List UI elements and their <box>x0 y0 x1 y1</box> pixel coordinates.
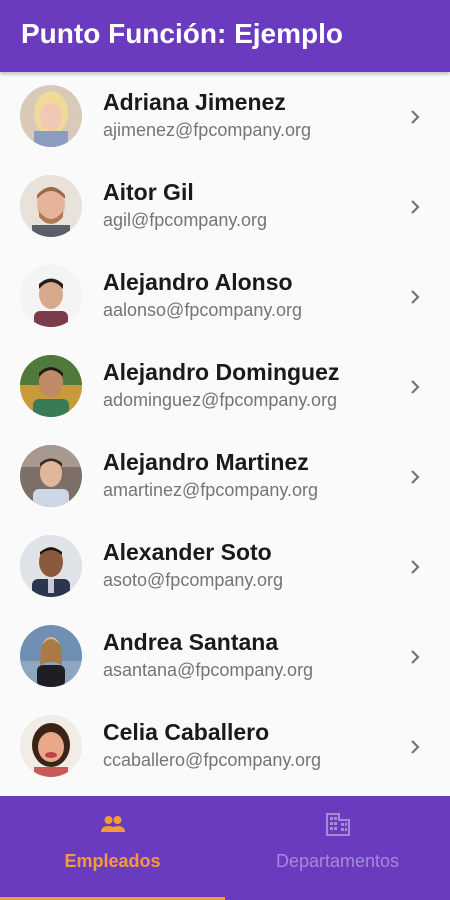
list-item[interactable]: Adriana Jimenez ajimenez@fpcompany.org <box>0 72 450 162</box>
list-item[interactable]: Alejandro Martinez amartinez@fpcompany.o… <box>0 432 450 522</box>
avatar <box>20 445 82 507</box>
app-bar: Punto Función: Ejemplo <box>0 0 450 72</box>
avatar <box>20 265 82 327</box>
employee-name: Aitor Gil <box>103 179 194 205</box>
avatar <box>20 535 82 597</box>
chevron-right-icon <box>411 110 420 124</box>
employee-name: Alejandro Dominguez <box>103 359 340 385</box>
employee-list[interactable]: Adriana Jimenez ajimenez@fpcompany.org A… <box>0 72 450 796</box>
bottom-navigation: Empleados Departamentos <box>0 796 450 900</box>
employee-name: Andrea Santana <box>103 629 279 655</box>
page-title: Punto Función: Ejemplo <box>21 18 343 49</box>
chevron-right-icon <box>411 200 420 214</box>
employee-email: asoto@fpcompany.org <box>103 570 284 590</box>
employee-name: Alexander Soto <box>103 539 272 565</box>
people-icon <box>101 816 125 832</box>
employee-email: ccaballero@fpcompany.org <box>103 750 322 770</box>
chevron-right-icon <box>411 380 420 394</box>
employee-email: ajimenez@fpcompany.org <box>103 120 312 140</box>
employee-email: agil@fpcompany.org <box>103 210 268 230</box>
employee-name: Celia Caballero <box>103 719 270 745</box>
employee-name: Alejandro Martinez <box>103 449 309 475</box>
employee-email: adominguez@fpcompany.org <box>103 390 338 410</box>
list-item[interactable]: Andrea Santana asantana@fpcompany.org <box>0 612 450 702</box>
tab-departamentos[interactable]: Departamentos <box>225 796 450 900</box>
avatar <box>20 85 82 147</box>
employee-name: Adriana Jimenez <box>103 89 286 115</box>
avatar <box>20 625 82 687</box>
chevron-right-icon <box>411 650 420 664</box>
chevron-right-icon <box>411 290 420 304</box>
avatar <box>20 175 82 237</box>
list-item[interactable]: Alejandro Alonso aalonso@fpcompany.org <box>0 252 450 342</box>
employee-email: aalonso@fpcompany.org <box>103 300 303 320</box>
list-item[interactable]: Alexander Soto asoto@fpcompany.org <box>0 522 450 612</box>
avatar <box>20 715 82 777</box>
avatar <box>20 355 82 417</box>
tab-label: Departamentos <box>275 851 400 871</box>
list-item[interactable]: Celia Caballero ccaballero@fpcompany.org <box>0 702 450 792</box>
list-item[interactable]: Aitor Gil agil@fpcompany.org <box>0 162 450 252</box>
employee-name: Alejandro Alonso <box>103 269 293 295</box>
chevron-right-icon <box>411 560 420 574</box>
employee-email: amartinez@fpcompany.org <box>103 480 319 500</box>
chevron-right-icon <box>411 470 420 484</box>
employee-email: asantana@fpcompany.org <box>103 660 314 680</box>
tab-empleados[interactable]: Empleados <box>0 796 225 900</box>
building-icon <box>326 813 350 836</box>
list-item[interactable]: Alejandro Dominguez adominguez@fpcompany… <box>0 342 450 432</box>
tab-label: Empleados <box>64 851 161 871</box>
chevron-right-icon <box>411 740 420 754</box>
